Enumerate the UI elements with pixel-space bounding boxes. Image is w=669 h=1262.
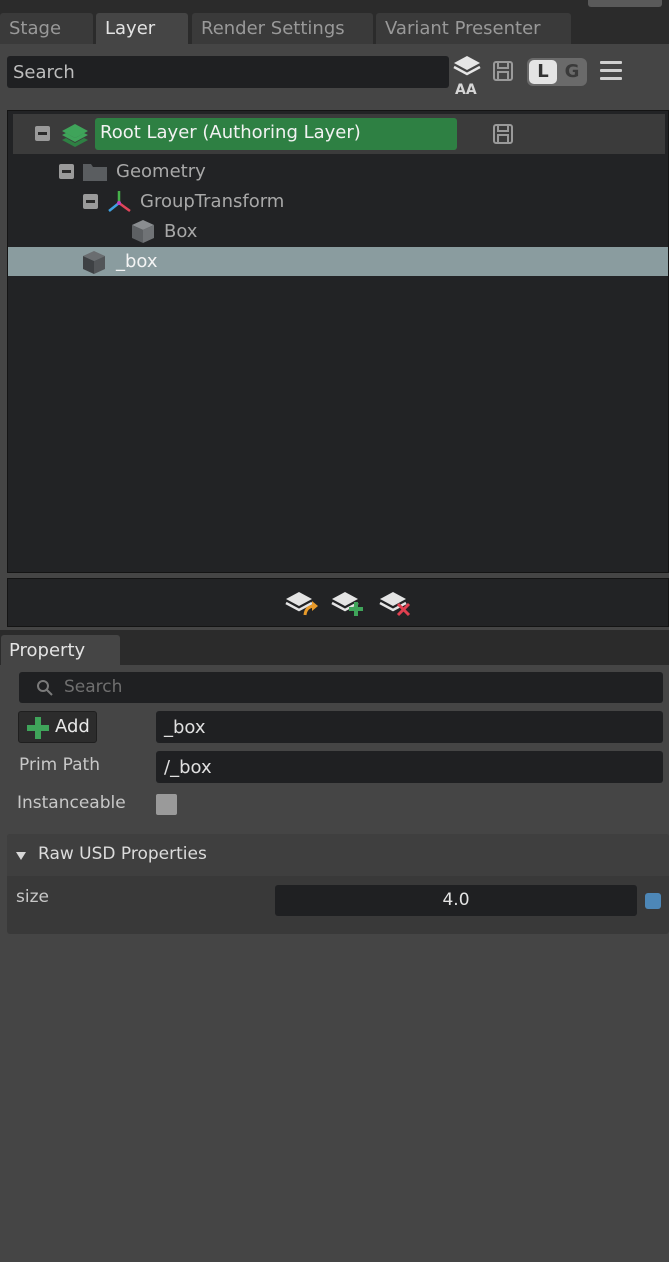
transform-axis-icon xyxy=(106,189,132,220)
tab-stage[interactable]: Stage xyxy=(0,13,93,44)
collapse-root-icon[interactable] xyxy=(35,126,50,141)
layer-search-placeholder: Search xyxy=(13,62,75,83)
local-global-toggle[interactable]: L G xyxy=(527,58,587,86)
tree-row-box[interactable]: Box xyxy=(8,217,668,246)
collapse-grouptransform-icon[interactable] xyxy=(83,194,98,209)
tree-row-grouptransform[interactable]: GroupTransform xyxy=(8,187,668,216)
add-button-label: Add xyxy=(55,716,90,737)
layer-search-input[interactable]: Search xyxy=(7,56,449,88)
tab-property[interactable]: Property xyxy=(1,635,120,665)
save-layer-icon[interactable] xyxy=(492,123,514,145)
property-search-input[interactable]: Search xyxy=(19,672,663,703)
search-icon xyxy=(36,679,54,701)
plus-icon xyxy=(26,716,50,745)
size-value-field[interactable]: 4.0 xyxy=(275,885,637,916)
cube-icon xyxy=(130,218,156,249)
box-label: Box xyxy=(164,221,198,242)
raw-usd-properties-section: Raw USD Properties size 4.0 xyxy=(7,834,669,934)
underscore-box-label: _box xyxy=(116,251,158,272)
toggle-global[interactable]: G xyxy=(559,60,585,84)
collapse-triangle-icon[interactable] xyxy=(16,852,26,860)
geometry-label: Geometry xyxy=(116,161,206,182)
add-button[interactable]: Add xyxy=(18,711,97,743)
cube-icon xyxy=(81,249,107,280)
layer-actions-bar xyxy=(7,578,669,627)
window-corner-handle xyxy=(588,0,662,7)
layer-tree: Root Layer (Authoring Layer) Geometry Gr… xyxy=(7,110,669,573)
remove-sublayer-icon[interactable] xyxy=(379,589,413,619)
insert-sublayer-icon[interactable] xyxy=(285,589,319,619)
raw-usd-properties-title: Raw USD Properties xyxy=(38,844,207,864)
tab-layer[interactable]: Layer xyxy=(96,13,188,44)
hamburger-menu-icon[interactable] xyxy=(600,61,622,81)
root-layer-label[interactable]: Root Layer (Authoring Layer) xyxy=(95,118,457,150)
toggle-local[interactable]: L xyxy=(529,60,557,84)
create-sublayer-icon[interactable] xyxy=(331,589,365,619)
tab-variant-presenter[interactable]: Variant Presenter xyxy=(376,13,571,44)
collapse-geometry-icon[interactable] xyxy=(59,164,74,179)
tab-render-settings[interactable]: Render Settings xyxy=(192,13,373,44)
save-all-icon[interactable] xyxy=(492,60,514,82)
root-layer-row[interactable]: Root Layer (Authoring Layer) xyxy=(13,114,665,154)
prim-path-field[interactable]: /_box xyxy=(156,751,663,783)
raw-usd-properties-header[interactable]: Raw USD Properties xyxy=(7,834,669,876)
layer-toolbar: Search AA L G xyxy=(0,44,669,104)
grouptransform-label: GroupTransform xyxy=(140,191,285,212)
prim-path-label: Prim Path xyxy=(19,755,100,775)
keyframe-indicator-icon[interactable] xyxy=(645,893,661,909)
prim-name-field[interactable]: _box xyxy=(156,711,663,743)
size-label: size xyxy=(16,887,49,907)
instanceable-label: Instanceable xyxy=(17,793,126,813)
property-tab-bar: Property xyxy=(0,630,669,665)
instanceable-checkbox[interactable] xyxy=(156,794,177,815)
tree-row-underscore-box[interactable]: _box xyxy=(8,247,668,276)
auto-authoring-label: AA xyxy=(455,82,477,98)
property-search-placeholder: Search xyxy=(64,677,123,697)
tree-row-geometry[interactable]: Geometry xyxy=(8,157,668,186)
layers-stack-icon xyxy=(60,122,90,152)
top-tab-bar: Stage Layer Render Settings Variant Pres… xyxy=(0,0,669,44)
folder-icon xyxy=(82,160,108,187)
